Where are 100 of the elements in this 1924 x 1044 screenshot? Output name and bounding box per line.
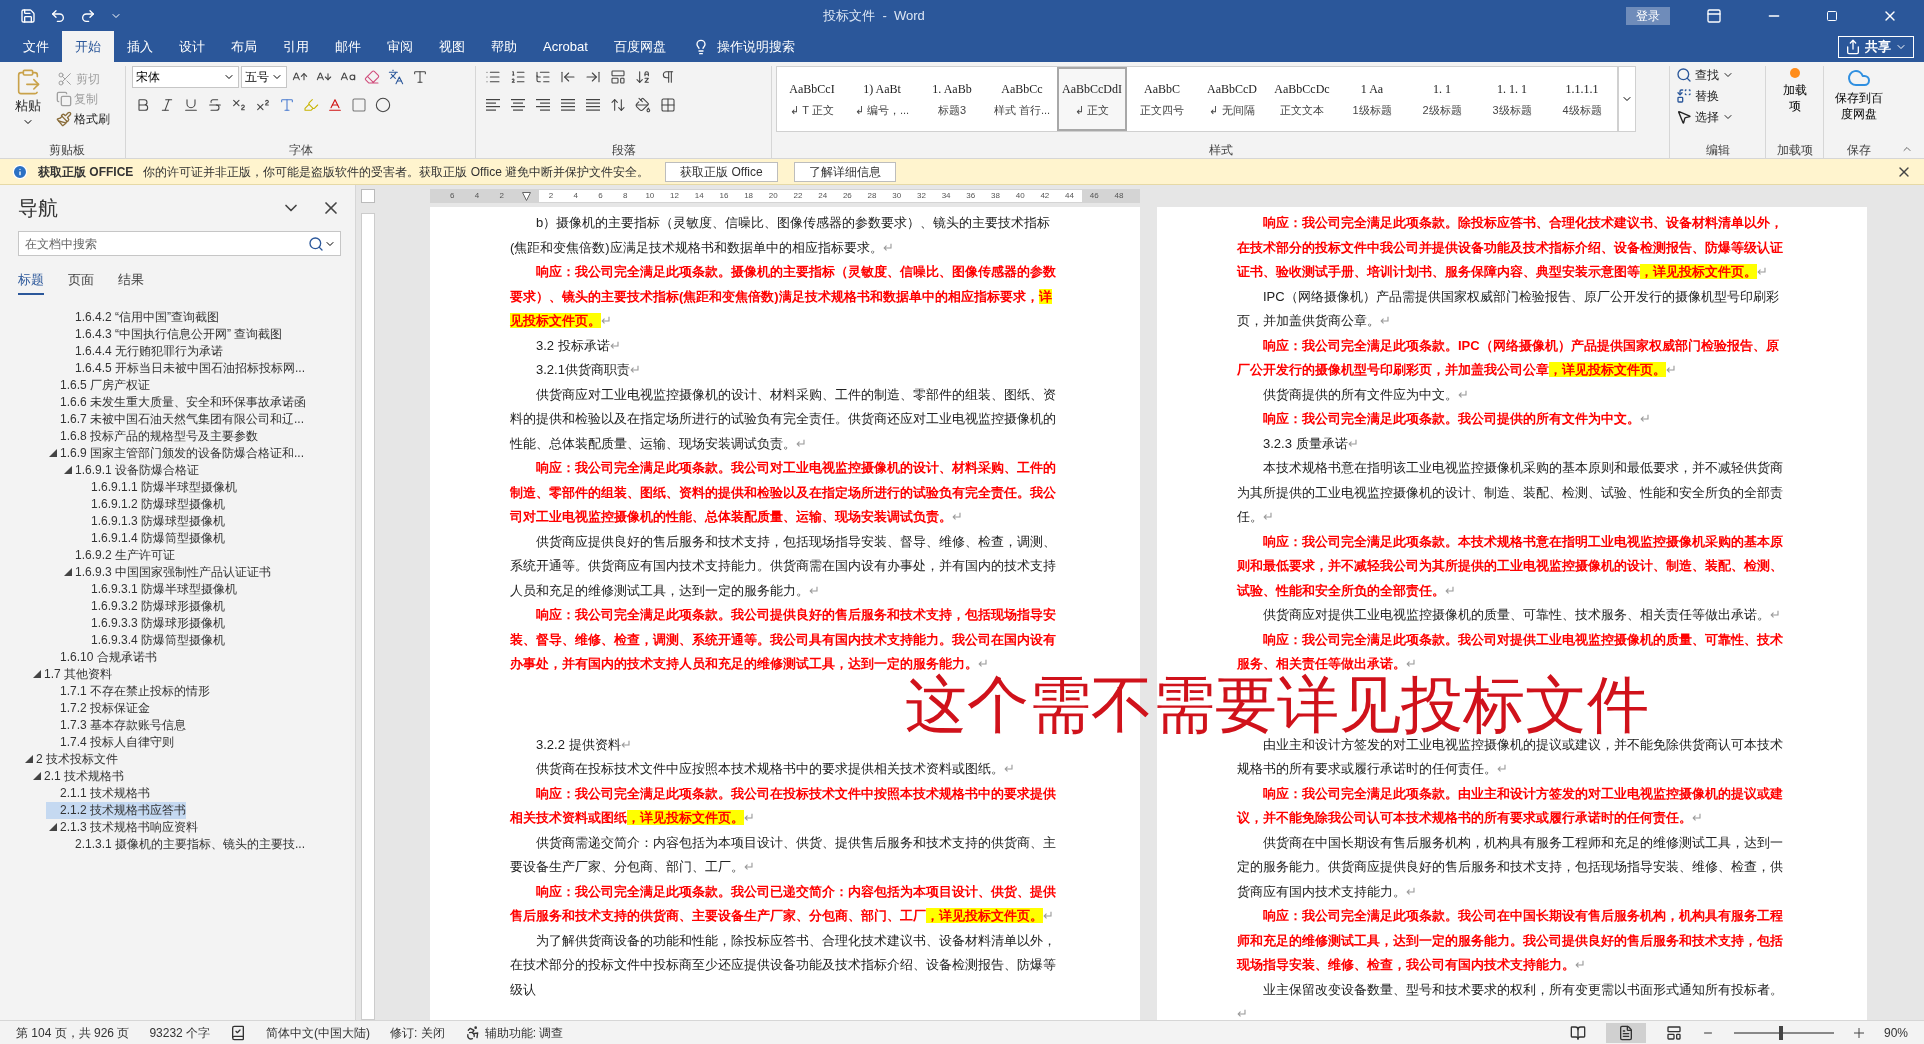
multilevel-list-icon[interactable]	[535, 69, 551, 85]
nav-heading-item[interactable]: 1.6.7 未被中国石油天然气集团有限公司和辽...	[46, 410, 305, 428]
nav-heading-item[interactable]: 1.6.9.3.1 防爆半球型摄像机	[77, 580, 238, 598]
line-spacing-icon[interactable]	[610, 97, 626, 113]
expand-triangle-icon[interactable]	[49, 823, 57, 831]
undo-icon[interactable]	[50, 7, 66, 24]
read-mode-icon[interactable]	[1569, 1024, 1586, 1041]
nav-heading-item[interactable]: 1.6.5 厂房产权证	[46, 376, 151, 394]
nav-heading-item[interactable]: 1.7.1 不存在禁止投标的情形	[46, 682, 211, 700]
nav-heading-item[interactable]: 1.6.9.1.3 防爆球型摄像机	[77, 512, 226, 530]
text-effects-icon[interactable]	[279, 97, 295, 113]
zoom-in-icon[interactable]	[1853, 1027, 1864, 1038]
expand-triangle-icon[interactable]	[25, 755, 33, 763]
paste-button[interactable]: 粘贴	[8, 66, 48, 142]
ribbon-tab[interactable]: 百度网盘	[600, 31, 679, 62]
ribbon-tab[interactable]: 开始	[62, 31, 114, 62]
proofing-icon[interactable]	[230, 1024, 247, 1041]
underline-icon[interactable]	[183, 97, 199, 113]
nav-heading-item[interactable]: 1.6.9.1.4 防爆筒型摄像机	[77, 529, 226, 547]
ribbon-tab[interactable]: 布局	[218, 31, 270, 62]
nav-heading-item[interactable]: 1.6.9.3.4 防爆筒型摄像机	[77, 631, 226, 649]
increase-indent-icon[interactable]	[585, 69, 601, 85]
style-item[interactable]: AaBbCcI ↲ T 正文	[777, 67, 847, 131]
character-border-icon[interactable]	[412, 69, 428, 85]
clear-format-icon[interactable]	[364, 69, 380, 85]
align-left-icon[interactable]	[485, 98, 501, 112]
borders-icon[interactable]	[660, 97, 676, 113]
warning-button[interactable]: 了解详细信息	[793, 161, 896, 182]
save-to-cloud-button[interactable]: 保存到百度网盘	[1832, 66, 1886, 142]
expand-triangle-icon[interactable]	[33, 772, 41, 780]
zoom-slider[interactable]	[1733, 1025, 1834, 1040]
indent-marker-icon[interactable]	[521, 191, 531, 201]
bold-icon[interactable]	[135, 97, 151, 113]
warning-button[interactable]: 获取正版 Office	[665, 161, 778, 182]
nav-heading-item[interactable]: 1.7.2 投标保证金	[46, 699, 151, 717]
nav-heading-item[interactable]: 1.7.4 投标人自律守则	[46, 733, 175, 751]
enclose-character-icon[interactable]	[375, 97, 391, 113]
style-item[interactable]: AaBbCcD ↲ 无间隔	[1197, 67, 1267, 131]
nav-heading-item[interactable]: 2.1.3 技术规格书响应资料	[46, 818, 199, 836]
style-item[interactable]: 1. AaBb 标题3	[917, 67, 987, 131]
addins-button[interactable]: 加载项	[1779, 66, 1810, 142]
distributed-icon[interactable]	[585, 98, 601, 112]
nav-heading-item[interactable]: 1.6.9.1 设备防爆合格证	[61, 461, 200, 479]
pane-tab[interactable]: 页面	[68, 270, 94, 295]
style-item[interactable]: AaBbCcDdI ↲ 正文	[1057, 67, 1127, 131]
expand-triangle-icon[interactable]	[64, 466, 72, 474]
tell-me-search[interactable]: 操作说明搜索	[678, 31, 809, 62]
nav-heading-item[interactable]: 1.6.4.3 “中国执行信息公开网” 查询截图	[61, 325, 283, 343]
nav-heading-item[interactable]: 2.1 技术规格书	[30, 767, 124, 785]
print-layout-button[interactable]	[1605, 1022, 1646, 1043]
expand-triangle-icon[interactable]	[33, 670, 41, 678]
nav-heading-item[interactable]: 1.6.4.5 开标当日未被中国石油招标投标网...	[61, 359, 306, 377]
style-item[interactable]: 1. 1. 1 3级标题	[1477, 67, 1547, 131]
web-layout-icon[interactable]	[1665, 1024, 1682, 1041]
ribbon-tab[interactable]: 设计	[166, 31, 218, 62]
nav-heading-item[interactable]: 1.6.9.1.1 防爆半球型摄像机	[77, 478, 238, 496]
expand-triangle-icon[interactable]	[49, 449, 57, 457]
ribbon-tab[interactable]: 文件	[10, 31, 62, 62]
font-size-dropdown[interactable]: 五号	[241, 66, 287, 88]
align-center-icon[interactable]	[510, 98, 526, 112]
style-item[interactable]: AaBbC 正文四号	[1127, 67, 1197, 131]
nav-heading-item[interactable]: 1.6.9 国家主管部门颁发的设备防爆合格证和...	[46, 444, 305, 462]
strikethrough-icon[interactable]	[207, 97, 223, 113]
nav-heading-item[interactable]: 1.6.10 合规承诺书	[46, 648, 157, 666]
align-right-icon[interactable]	[535, 98, 551, 112]
phonetic-guide-icon[interactable]	[388, 69, 404, 85]
style-item[interactable]: 1. 1 2级标题	[1407, 67, 1477, 131]
redo-icon[interactable]	[80, 7, 96, 24]
show-marks-icon[interactable]	[660, 69, 676, 85]
nav-heading-item[interactable]: 1.7 其他资料	[30, 665, 112, 683]
style-item[interactable]: 1 Aa 1级标题	[1337, 67, 1407, 131]
share-button[interactable]: 共享	[1838, 36, 1914, 58]
nav-heading-item[interactable]: 1.6.9.3.3 防爆球形摄像机	[77, 614, 226, 632]
decrease-indent-icon[interactable]	[560, 69, 576, 85]
expand-triangle-icon[interactable]	[64, 568, 72, 576]
ribbon-tab[interactable]: 引用	[270, 31, 322, 62]
bullets-icon[interactable]	[485, 69, 501, 85]
style-item[interactable]: AaBbCcDc 正文文本	[1267, 67, 1337, 131]
ribbon-tab[interactable]: 插入	[114, 31, 166, 62]
subscript-icon[interactable]	[231, 97, 247, 113]
format-painter-button[interactable]: 格式刷	[56, 110, 110, 128]
superscript-icon[interactable]	[255, 97, 271, 113]
font-color-icon[interactable]	[327, 97, 343, 113]
pane-tab[interactable]: 结果	[118, 270, 144, 295]
ribbon-tab[interactable]: Acrobat	[530, 31, 601, 62]
nav-heading-item[interactable]: 1.6.6 未发生重大质量、安全和环保事故承诺函	[46, 393, 307, 411]
nav-heading-item[interactable]: 1.6.8 投标产品的规格型号及主要参数	[46, 427, 259, 445]
nav-heading-item[interactable]: 1.6.9.1.2 防爆球型摄像机	[77, 495, 226, 513]
nav-heading-item[interactable]: 2.1.1 技术规格书	[46, 784, 151, 802]
style-item[interactable]: 1) AaBt ↲ 编号，...	[847, 67, 917, 131]
font-name-dropdown[interactable]: 宋体	[132, 66, 239, 88]
select-button[interactable]: 选择	[1676, 108, 1759, 126]
numbering-icon[interactable]	[510, 69, 526, 85]
style-item[interactable]: 1.1.1.1 4级标题	[1547, 67, 1617, 131]
sort-icon[interactable]	[635, 69, 651, 85]
nav-heading-item[interactable]: 2.1.2 技术规格书应答书	[46, 801, 187, 819]
nav-heading-item[interactable]: 1.6.9.2 生产许可证	[61, 546, 176, 564]
shading-icon[interactable]	[635, 97, 651, 113]
nav-heading-item[interactable]: 1.6.4.4 无行贿犯罪行为承诺	[61, 342, 224, 360]
accessibility-status[interactable]: 辅助功能: 调查	[464, 1023, 564, 1042]
